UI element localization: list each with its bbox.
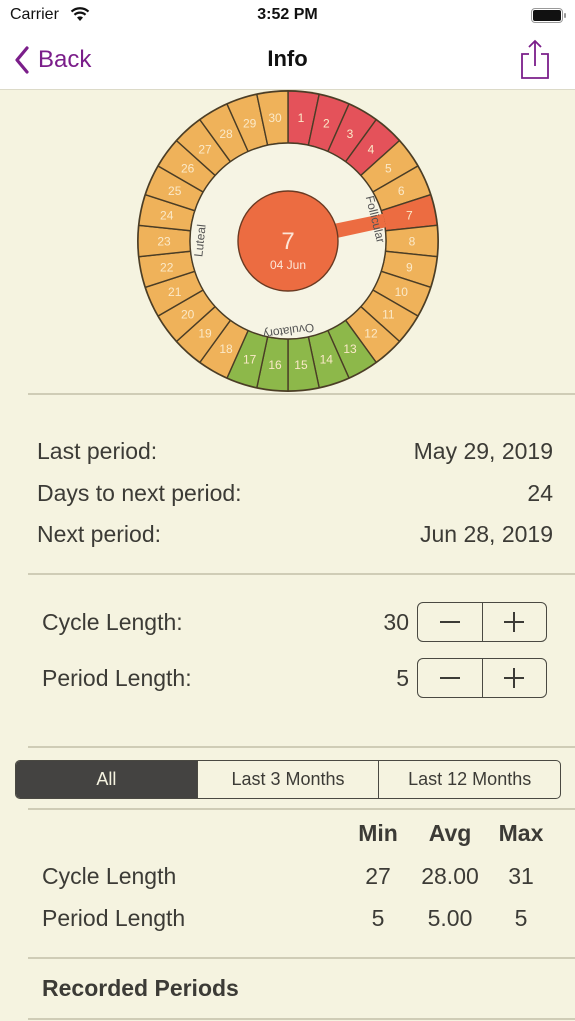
day-label-3: 3: [347, 127, 354, 141]
navigation-bar: Back Info: [0, 32, 575, 90]
last-period-label: Last period:: [37, 438, 158, 464]
cycle-wheel: 1 234567891011121314151617181920212223242…: [137, 90, 439, 392]
day-label-25: 25: [168, 184, 182, 198]
divider: [28, 1018, 575, 1020]
divider: [28, 746, 575, 748]
period-length-value: 5: [396, 664, 409, 691]
day-label-18: 18: [219, 342, 233, 356]
days-to-next-value: 24: [527, 480, 553, 506]
day-label-29: 29: [243, 117, 257, 131]
day-label-1: 1: [298, 111, 305, 125]
stats-period-length-min: 5: [371, 905, 385, 931]
share-button[interactable]: [519, 38, 551, 80]
day-label-21: 21: [168, 285, 182, 299]
day-label-14: 14: [320, 352, 334, 366]
battery-icon: [531, 8, 567, 23]
day-label-28: 28: [219, 127, 233, 141]
cycle-length-stepper[interactable]: [417, 602, 547, 642]
stats-cycle-length-avg: 28.00: [421, 863, 479, 889]
day-label-13: 13: [343, 342, 357, 356]
share-icon: [521, 39, 549, 79]
stats-header-min: Min: [358, 820, 398, 846]
day-label-30: 30: [268, 111, 282, 125]
cycle-length-row: Cycle Length: 30: [42, 602, 547, 642]
segment-all[interactable]: All: [16, 761, 197, 798]
next-period-label: Next period:: [37, 521, 162, 547]
day-label-24: 24: [160, 209, 174, 223]
cycle-length-increment-button[interactable]: [481, 603, 547, 641]
minus-icon: [439, 677, 460, 679]
day-label-7: 7: [406, 209, 413, 223]
day-label-9: 9: [406, 260, 413, 274]
chevron-left-icon: [15, 46, 29, 74]
cycle-length-decrement-button[interactable]: [418, 603, 482, 641]
day-label-15: 15: [294, 358, 308, 372]
day-label-17: 17: [243, 352, 257, 366]
day-label-5: 5: [385, 162, 392, 176]
back-label: Back: [38, 46, 92, 73]
plus-icon: [504, 668, 525, 688]
day-label-10: 10: [395, 285, 409, 299]
day-label-27: 27: [198, 142, 212, 156]
day-label-12: 12: [364, 327, 378, 341]
recorded-periods-header[interactable]: Recorded Periods: [42, 975, 239, 1002]
range-segmented-control[interactable]: All Last 3 Months Last 12 Months: [15, 760, 561, 799]
stats-header-avg: Avg: [428, 820, 472, 846]
stats-period-length-max: 5: [514, 905, 528, 931]
divider: [28, 393, 575, 395]
back-button[interactable]: Back: [14, 42, 91, 78]
period-length-increment-button[interactable]: [481, 659, 547, 697]
day-label-19: 19: [198, 327, 212, 341]
day-label-11: 11: [382, 307, 395, 321]
cycle-length-label: Cycle Length:: [42, 608, 183, 635]
minus-icon: [439, 621, 460, 623]
stats-cycle-length-label: Cycle Length: [42, 863, 177, 889]
day-label-20: 20: [181, 307, 195, 321]
current-day-date: 04 Jun: [270, 258, 306, 272]
day-label-2: 2: [323, 117, 330, 131]
day-label-16: 16: [268, 358, 282, 372]
clock: 3:52 PM: [257, 6, 318, 23]
period-length-stepper[interactable]: [417, 658, 547, 698]
period-length-row: Period Length: 5: [42, 658, 547, 698]
days-to-next-label: Days to next period:: [37, 480, 242, 506]
stats-period-length-avg: 5.00: [427, 905, 473, 931]
day-label-26: 26: [181, 162, 195, 176]
status-bar: Carrier 3:52 PM: [0, 0, 575, 32]
stats-cycle-length-max: 31: [508, 863, 534, 889]
day-label-22: 22: [160, 260, 174, 274]
stats-cycle-length-min: 27: [365, 863, 391, 889]
day-label-8: 8: [409, 235, 416, 249]
period-length-decrement-button[interactable]: [418, 659, 482, 697]
day-label-23: 23: [157, 235, 171, 249]
last-period-row: Last period: May 29, 2019: [37, 438, 553, 465]
cycle-length-value: 30: [383, 608, 409, 635]
divider: [28, 573, 575, 575]
segment-last-3-months[interactable]: Last 3 Months: [196, 761, 379, 798]
divider: [28, 957, 575, 959]
next-period-row: Next period: Jun 28, 2019: [37, 521, 553, 548]
day-label-4: 4: [368, 142, 375, 156]
next-period-value: Jun 28, 2019: [419, 521, 553, 547]
day-label-6: 6: [398, 184, 405, 198]
divider: [28, 808, 575, 810]
plus-icon: [504, 612, 525, 632]
stats-header-max: Max: [498, 820, 544, 846]
days-to-next-row: Days to next period: 24: [37, 480, 553, 507]
period-length-label: Period Length:: [42, 664, 192, 691]
last-period-value: May 29, 2019: [413, 438, 553, 464]
segment-last-12-months[interactable]: Last 12 Months: [378, 761, 560, 798]
current-day-number: 7: [281, 228, 294, 255]
stats-period-length-label: Period Length: [42, 905, 186, 931]
